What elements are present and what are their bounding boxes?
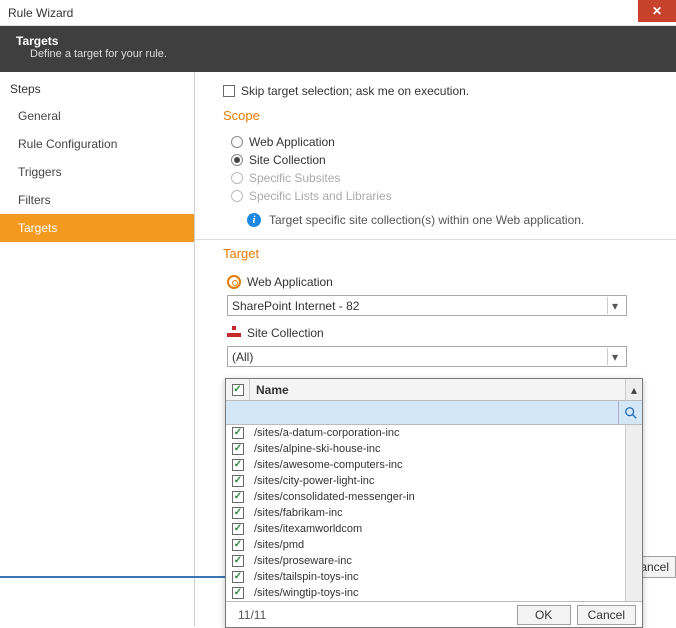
radio-icon: [231, 190, 243, 202]
item-label: /sites/a-datum-corporation-inc: [250, 427, 400, 439]
webapp-combo[interactable]: SharePoint Internet - 82 ▾: [227, 295, 627, 316]
search-input[interactable]: [226, 401, 618, 424]
list-item[interactable]: /sites/a-datum-corporation-inc: [226, 425, 625, 441]
item-checkbox[interactable]: [232, 427, 244, 439]
scope-option: Specific Subsites: [223, 169, 658, 187]
scrollbar[interactable]: [625, 425, 642, 601]
radio-icon: [231, 172, 243, 184]
list-item[interactable]: /sites/awesome-computers-inc: [226, 457, 625, 473]
window-title: Rule Wizard: [8, 6, 73, 20]
sidebar-step[interactable]: Filters: [0, 186, 194, 214]
divider: [195, 239, 676, 240]
select-all-checkbox[interactable]: [232, 384, 244, 396]
sitecol-combo[interactable]: (All) ▾: [227, 346, 627, 367]
sitecol-icon: [227, 326, 241, 340]
list-item[interactable]: /sites/proseware-inc: [226, 553, 625, 569]
sidebar-step[interactable]: Rule Configuration: [0, 130, 194, 158]
header-subtitle: Define a target for your rule.: [30, 48, 660, 60]
sidebar-step[interactable]: Targets: [0, 214, 194, 242]
chevron-down-icon: ▾: [607, 297, 622, 314]
item-checkbox[interactable]: [232, 475, 244, 487]
item-checkbox[interactable]: [232, 491, 244, 503]
list-item[interactable]: /sites/alpine-ski-house-inc: [226, 441, 625, 457]
close-button[interactable]: ✕: [638, 0, 676, 22]
webapp-value: SharePoint Internet - 82: [232, 299, 359, 313]
list-item[interactable]: /sites/itexamworldcom: [226, 521, 625, 537]
header-title: Targets: [16, 34, 660, 48]
radio-icon[interactable]: [231, 154, 243, 166]
item-label: /sites/fabrikam-inc: [250, 507, 343, 519]
chevron-down-icon: ▾: [607, 348, 622, 365]
scope-heading: Scope: [223, 108, 658, 123]
item-label: /sites/proseware-inc: [250, 555, 352, 567]
wizard-header: Targets Define a target for your rule.: [0, 26, 676, 72]
list-item[interactable]: /sites/consolidated-messenger-in: [226, 489, 625, 505]
item-checkbox[interactable]: [232, 587, 244, 599]
scope-option[interactable]: Web Application: [223, 133, 658, 151]
target-heading: Target: [223, 246, 658, 261]
item-label: /sites/awesome-computers-inc: [250, 459, 403, 471]
item-label: /sites/consolidated-messenger-in: [250, 491, 415, 503]
cancel-button[interactable]: Cancel: [577, 605, 636, 625]
item-checkbox[interactable]: [232, 523, 244, 535]
sitecol-dropdown: Name ▴ /sites/a-datum-corporation-inc/si…: [225, 378, 643, 628]
scope-info: Target specific site collection(s) withi…: [269, 213, 584, 227]
item-checkbox[interactable]: [232, 571, 244, 583]
item-checkbox[interactable]: [232, 507, 244, 519]
scope-option-label: Specific Subsites: [249, 171, 340, 185]
list-item[interactable]: /sites/fabrikam-inc: [226, 505, 625, 521]
item-label: /sites/tailspin-toys-inc: [250, 571, 359, 583]
item-label: /sites/wingtip-toys-inc: [250, 587, 359, 599]
selection-count: 11/11: [232, 608, 266, 622]
scope-option[interactable]: Site Collection: [223, 151, 658, 169]
scope-option-label: Web Application: [249, 135, 335, 149]
sidebar-step[interactable]: General: [0, 102, 194, 130]
sitecol-value: (All): [232, 350, 253, 364]
close-icon: ✕: [652, 4, 662, 18]
scope-option-label: Site Collection: [249, 153, 326, 167]
list-item[interactable]: /sites/city-power-light-inc: [226, 473, 625, 489]
webapp-icon: [227, 275, 241, 289]
list-item[interactable]: /sites/tailspin-toys-inc: [226, 569, 625, 585]
item-label: /sites/alpine-ski-house-inc: [250, 443, 381, 455]
skip-label: Skip target selection; ask me on executi…: [241, 84, 469, 98]
webapp-label: Web Application: [247, 275, 333, 289]
steps-sidebar: Steps GeneralRule ConfigurationTriggersF…: [0, 72, 195, 626]
skip-checkbox[interactable]: [223, 85, 235, 97]
ok-button[interactable]: OK: [517, 605, 571, 625]
sidebar-step[interactable]: Triggers: [0, 158, 194, 186]
steps-heading: Steps: [0, 78, 194, 102]
list-item[interactable]: /sites/pmd: [226, 537, 625, 553]
item-checkbox[interactable]: [232, 539, 244, 551]
item-label: /sites/pmd: [250, 539, 304, 551]
item-label: /sites/city-power-light-inc: [250, 475, 374, 487]
item-checkbox[interactable]: [232, 443, 244, 455]
scroll-up-icon[interactable]: ▴: [625, 379, 642, 400]
name-column-header[interactable]: Name: [250, 383, 625, 397]
item-checkbox[interactable]: [232, 555, 244, 567]
sitecol-label: Site Collection: [247, 326, 324, 340]
scope-option-label: Specific Lists and Libraries: [249, 189, 392, 203]
list-item[interactable]: /sites/wingtip-toys-inc: [226, 585, 625, 601]
search-icon[interactable]: [618, 401, 642, 424]
radio-icon[interactable]: [231, 136, 243, 148]
info-icon: i: [247, 213, 261, 227]
item-checkbox[interactable]: [232, 459, 244, 471]
scope-option: Specific Lists and Libraries: [223, 187, 658, 205]
item-label: /sites/itexamworldcom: [250, 523, 362, 535]
